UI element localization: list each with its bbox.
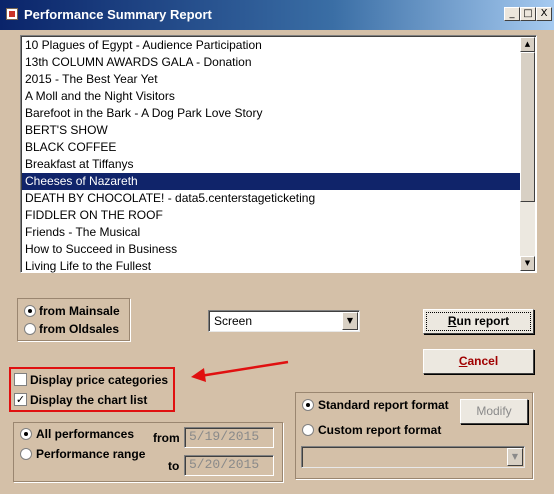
oldsales-radio[interactable]: [24, 323, 36, 335]
chevron-down-icon[interactable]: ▼: [342, 312, 358, 330]
all-performances-label: All performances: [36, 427, 135, 441]
close-button[interactable]: X: [536, 7, 552, 21]
list-item[interactable]: BERT'S SHOW: [22, 122, 520, 139]
custom-format-radio[interactable]: [302, 424, 314, 436]
annotation-arrow-icon: [191, 360, 289, 382]
performance-list[interactable]: 10 Plagues of Egypt - Audience Participa…: [20, 35, 537, 273]
custom-format-select[interactable]: ▼: [301, 446, 525, 468]
standard-format-radio[interactable]: [302, 399, 314, 411]
list-item[interactable]: Friends - The Musical: [22, 224, 520, 241]
list-item[interactable]: 2015 - The Best Year Yet: [22, 71, 520, 88]
cancel-label: ancel: [467, 354, 499, 368]
annotation-highlight-box: [9, 367, 175, 412]
from-date-field[interactable]: 5/19/2015: [184, 427, 274, 448]
app-icon: [6, 8, 18, 20]
run-report-label: un report: [456, 314, 510, 328]
list-item[interactable]: Breakfast at Tiffanys: [22, 156, 520, 173]
list-item[interactable]: Barefoot in the Bark - A Dog Park Love S…: [22, 105, 520, 122]
list-item[interactable]: DEATH BY CHOCOLATE! - data5.centerstaget…: [22, 190, 520, 207]
title-bar: Performance Summary Report _ □ X: [0, 0, 554, 30]
list-item[interactable]: How to Succeed in Business: [22, 241, 520, 258]
output-value: Screen: [214, 314, 253, 328]
performance-range-radio[interactable]: [20, 448, 32, 460]
output-select[interactable]: Screen ▼: [208, 310, 360, 332]
list-item[interactable]: Living Life to the Fullest: [22, 258, 520, 275]
to-date-field[interactable]: 5/20/2015: [184, 455, 274, 476]
scroll-thumb[interactable]: [520, 52, 535, 202]
run-report-mnemonic: R: [447, 314, 457, 328]
custom-format-label: Custom report format: [318, 423, 442, 437]
list-item[interactable]: 10 Plagues of Egypt - Audience Participa…: [22, 37, 520, 54]
oldsales-label: from Oldsales: [39, 322, 120, 336]
list-item[interactable]: Cheeses of Nazareth: [22, 173, 520, 190]
standard-format-label: Standard report format: [318, 398, 449, 412]
scroll-up-icon[interactable]: ▲: [520, 37, 535, 52]
list-item[interactable]: FIDDLER ON THE ROOF: [22, 207, 520, 224]
list-item[interactable]: 13th COLUMN AWARDS GALA - Donation: [22, 54, 520, 71]
mainsale-label: from Mainsale: [39, 304, 120, 318]
modify-button[interactable]: Modify: [460, 399, 528, 424]
list-item[interactable]: A Moll and the Night Visitors: [22, 88, 520, 105]
performance-range-label: Performance range: [36, 447, 146, 461]
mainsale-radio[interactable]: [24, 305, 36, 317]
list-item[interactable]: BLACK COFFEE: [22, 139, 520, 156]
all-performances-radio[interactable]: [20, 428, 32, 440]
from-label: from: [153, 431, 180, 445]
minimize-button[interactable]: _: [504, 7, 520, 21]
performance-list-items: 10 Plagues of Egypt - Audience Participa…: [22, 37, 520, 275]
cancel-button[interactable]: Cancel: [423, 349, 534, 374]
chevron-down-icon[interactable]: ▼: [507, 448, 523, 466]
window-title: Performance Summary Report: [24, 7, 212, 22]
list-scrollbar[interactable]: ▲ ▼: [520, 37, 535, 271]
to-label: to: [168, 459, 180, 473]
scroll-down-icon[interactable]: ▼: [520, 256, 535, 271]
run-report-button[interactable]: Run report: [423, 309, 534, 334]
maximize-button[interactable]: □: [520, 7, 536, 21]
